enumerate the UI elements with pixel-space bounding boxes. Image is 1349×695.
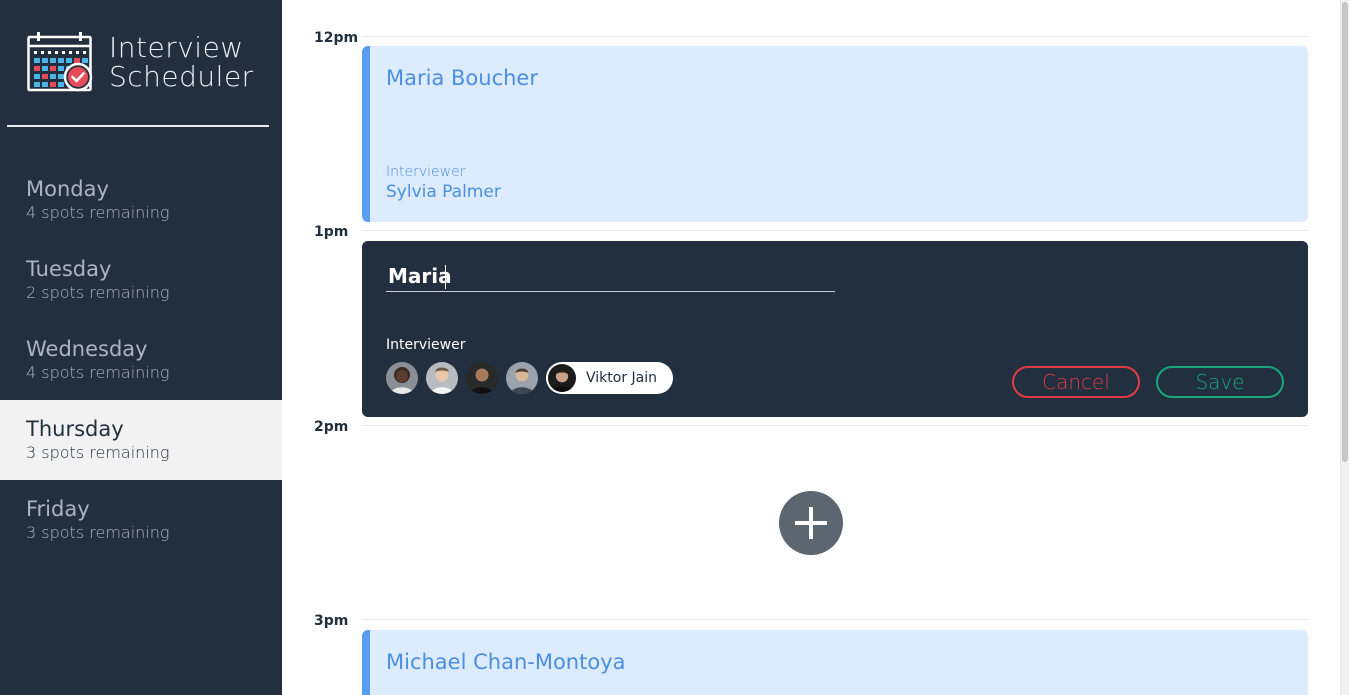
interviewer-avatar[interactable] xyxy=(386,362,418,394)
selected-interviewer-name: Viktor Jain xyxy=(586,370,657,386)
interviewer-label: Interviewer xyxy=(386,164,466,180)
slot-separator xyxy=(362,425,1308,426)
app-title-line2: Scheduler xyxy=(109,60,254,93)
day-spots: 4 spots remaining xyxy=(26,363,170,382)
time-label: 1pm xyxy=(314,224,349,240)
day-item-thursday[interactable]: Thursday 3 spots remaining xyxy=(0,400,282,480)
app-title: Interview Scheduler xyxy=(109,33,254,91)
day-spots: 2 spots remaining xyxy=(26,283,170,302)
appointment-card[interactable]: Maria Boucher Interviewer Sylvia Palmer xyxy=(362,46,1308,222)
day-name: Thursday xyxy=(26,417,124,441)
sidebar-divider xyxy=(7,125,269,127)
time-label: 2pm xyxy=(314,419,349,435)
day-item-wednesday[interactable]: Wednesday 4 spots remaining xyxy=(0,320,282,400)
interviewer-avatar[interactable] xyxy=(506,362,538,394)
interviewer-list: Viktor Jain xyxy=(386,362,673,394)
day-item-monday[interactable]: Monday 4 spots remaining xyxy=(0,160,282,240)
cancel-button[interactable]: Cancel xyxy=(1012,366,1140,398)
slot-separator xyxy=(362,619,1308,620)
save-button[interactable]: Save xyxy=(1156,366,1284,398)
day-item-tuesday[interactable]: Tuesday 2 spots remaining xyxy=(0,240,282,320)
interviewer-avatar[interactable] xyxy=(426,362,458,394)
selected-interviewer-chip[interactable]: Viktor Jain xyxy=(546,362,673,394)
interviewer-avatar xyxy=(548,364,576,392)
interviewer-name: Sylvia Palmer xyxy=(386,182,501,202)
brand: Interview Scheduler xyxy=(27,31,254,93)
text-caret xyxy=(445,265,446,289)
sidebar: Interview Scheduler Monday 4 spots remai… xyxy=(0,0,282,695)
student-name-input[interactable] xyxy=(386,261,835,292)
day-name: Monday xyxy=(26,177,109,201)
scrollbar-thumb[interactable] xyxy=(1342,2,1348,462)
day-spots: 3 spots remaining xyxy=(26,443,170,462)
day-name: Tuesday xyxy=(26,257,112,281)
time-label: 12pm xyxy=(314,30,359,46)
day-name: Friday xyxy=(26,497,90,521)
day-name: Wednesday xyxy=(26,337,148,361)
plus-icon[interactable] xyxy=(779,491,843,555)
appointment-card[interactable]: Michael Chan-Montoya xyxy=(362,630,1308,695)
slot-separator xyxy=(362,36,1308,37)
student-name: Maria Boucher xyxy=(386,66,538,90)
interviewer-avatar[interactable] xyxy=(466,362,498,394)
day-spots: 4 spots remaining xyxy=(26,203,170,222)
day-spots: 3 spots remaining xyxy=(26,523,170,542)
day-item-friday[interactable]: Friday 3 spots remaining xyxy=(0,480,282,560)
appointment-form: Interviewer Viktor Jain Cancel Save xyxy=(362,241,1308,417)
day-list: Monday 4 spots remaining Tuesday 2 spots… xyxy=(0,160,282,560)
time-label: 3pm xyxy=(314,613,349,629)
slot-separator xyxy=(362,230,1308,231)
app-title-line1: Interview xyxy=(109,31,244,64)
student-name: Michael Chan-Montoya xyxy=(386,650,626,674)
interviewer-label: Interviewer xyxy=(386,337,466,353)
calendar-check-icon xyxy=(27,32,93,92)
